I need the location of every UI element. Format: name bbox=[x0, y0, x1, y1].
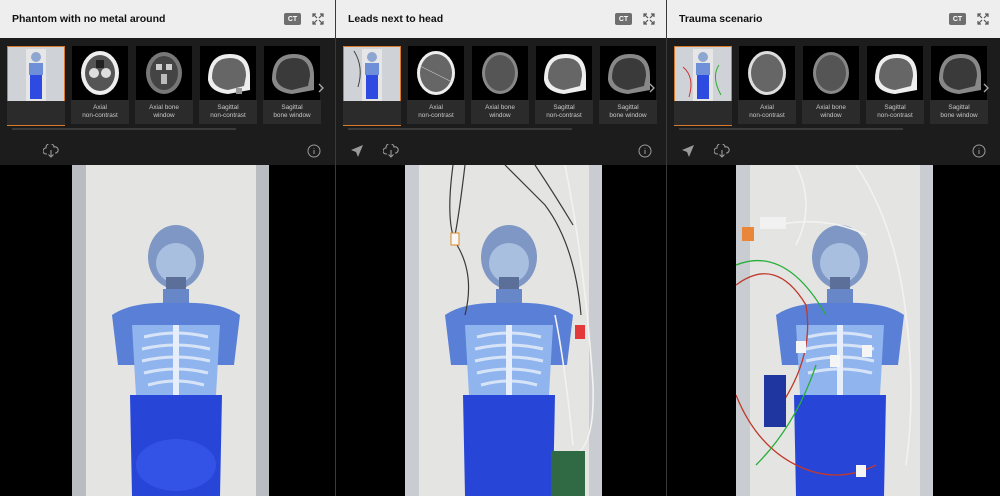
phantom-photo-trauma bbox=[736, 165, 933, 496]
thumbnail-label bbox=[343, 101, 401, 125]
modality-badge: CT bbox=[284, 13, 301, 25]
panel-header: Phantom with no metal around CT bbox=[0, 0, 335, 38]
thumbnail-sagittal-non-contrast[interactable]: Sagittal non-contrast bbox=[535, 46, 593, 126]
modality-badge: CT bbox=[949, 13, 966, 25]
thumbnail-scrollbar[interactable] bbox=[12, 128, 236, 130]
phantom-photo bbox=[72, 165, 269, 496]
thumbnail-label: Sagittal bone window bbox=[930, 100, 988, 124]
thumbnail-photo-image bbox=[8, 47, 64, 101]
thumbnail-photo-image bbox=[344, 47, 400, 101]
expand-icon[interactable] bbox=[311, 12, 325, 26]
thumbnail-label: Sagittal non-contrast bbox=[866, 100, 924, 124]
download-icon[interactable] bbox=[713, 142, 731, 160]
series-thumbnails: Axial non-contrast Axial bone window Sagit… bbox=[7, 46, 331, 126]
thumbnail-sagittal-non-contrast[interactable]: Sagittal non-contrast bbox=[866, 46, 924, 126]
info-icon[interactable] bbox=[636, 142, 654, 160]
panel-toolbar bbox=[336, 140, 666, 162]
photo-viewer[interactable] bbox=[336, 165, 666, 496]
thumbnail-photo-image bbox=[675, 47, 731, 101]
expand-icon[interactable] bbox=[642, 12, 656, 26]
phantom-photo-leads bbox=[405, 165, 602, 496]
download-icon[interactable] bbox=[42, 142, 60, 160]
panel-toolbar bbox=[667, 140, 1000, 162]
axial-bone-ct-image bbox=[472, 46, 528, 100]
thumbnail-sagittal-bone-window[interactable]: Sagittal bone window bbox=[930, 46, 988, 126]
case-panel-trauma: Trauma scenario CT Axial non-contrast Ax… bbox=[667, 0, 1000, 496]
thumbnail-sagittal-non-contrast[interactable]: Sagittal non-contrast bbox=[199, 46, 257, 126]
chevron-right-icon[interactable] bbox=[648, 80, 656, 93]
thumbnail-photo[interactable] bbox=[7, 46, 65, 126]
thumbnail-label: Sagittal non-contrast bbox=[535, 100, 593, 124]
thumbnail-label: Axial non-contrast bbox=[71, 100, 129, 124]
thumbnail-scrollbar[interactable] bbox=[679, 128, 903, 130]
thumbnail-label: Sagittal bone window bbox=[263, 100, 321, 124]
thumbnail-axial-non-contrast[interactable]: Axial non-contrast bbox=[738, 46, 796, 126]
thumbnail-axial-bone-window[interactable]: Axial bone window bbox=[471, 46, 529, 126]
sagittal-bone-ct-image bbox=[264, 46, 320, 100]
thumbnail-label bbox=[7, 101, 65, 125]
thumbnail-label: Sagittal non-contrast bbox=[199, 100, 257, 124]
axial-bone-ct-image bbox=[136, 46, 192, 100]
thumbnail-label bbox=[674, 101, 732, 125]
panel-title: Leads next to head bbox=[348, 13, 444, 25]
thumbnail-label: Sagittal bone window bbox=[599, 100, 657, 124]
info-icon[interactable] bbox=[970, 142, 988, 160]
download-icon[interactable] bbox=[382, 142, 400, 160]
photo-viewer[interactable] bbox=[0, 165, 335, 496]
thumbnail-label: Axial bone window bbox=[471, 100, 529, 124]
thumbnail-axial-non-contrast[interactable]: Axial non-contrast bbox=[71, 46, 129, 126]
panel-header: Leads next to head CT bbox=[336, 0, 666, 38]
viewer-panels: Phantom with no metal around CT Axial non… bbox=[0, 0, 1000, 496]
chevron-right-icon[interactable] bbox=[982, 80, 990, 93]
panel-header: Trauma scenario CT bbox=[667, 0, 1000, 38]
photo-viewer[interactable] bbox=[667, 165, 1000, 496]
axial-head-ct-image bbox=[408, 46, 464, 100]
expand-icon[interactable] bbox=[976, 12, 990, 26]
info-icon[interactable] bbox=[305, 142, 323, 160]
case-panel-leads: Leads next to head CT Axialnon-contrast bbox=[336, 0, 667, 496]
thumbnail-photo[interactable] bbox=[343, 46, 401, 126]
panel-title: Trauma scenario bbox=[679, 13, 763, 25]
locate-icon[interactable] bbox=[679, 142, 697, 160]
thumbnail-label: Axial bone window bbox=[802, 100, 860, 124]
sagittal-bone-ct-image bbox=[931, 46, 987, 100]
axial-head-ct-image bbox=[739, 46, 795, 100]
thumbnail-photo[interactable] bbox=[674, 46, 732, 126]
sagittal-head-ct-image bbox=[867, 46, 923, 100]
sagittal-head-ct-image bbox=[200, 46, 256, 100]
thumbnail-axial-bone-window[interactable]: Axial bone window bbox=[802, 46, 860, 126]
thumbnail-sagittal-bone-window[interactable]: Sagittal bone window bbox=[263, 46, 321, 126]
panel-title: Phantom with no metal around bbox=[12, 13, 166, 25]
modality-badge: CT bbox=[615, 13, 632, 25]
thumbnail-axial-bone-window[interactable]: Axial bone window bbox=[135, 46, 193, 126]
thumbnail-scrollbar[interactable] bbox=[348, 128, 572, 130]
thumbnail-label: Axial non-contrast bbox=[738, 100, 796, 124]
case-panel-phantom: Phantom with no metal around CT Axial non… bbox=[0, 0, 336, 496]
sagittal-head-ct-image bbox=[536, 46, 592, 100]
thumbnail-label: Axial bone window bbox=[135, 100, 193, 124]
series-thumbnails: Axial non-contrast Axial bone window Sagit… bbox=[674, 46, 996, 126]
thumbnail-axial-non-contrast[interactable]: Axial non-contrast bbox=[407, 46, 465, 126]
series-thumbnails: Axial non-contrast Axial bone window Sagit… bbox=[343, 46, 662, 126]
locate-icon[interactable] bbox=[348, 142, 366, 160]
axial-bone-ct-image bbox=[803, 46, 859, 100]
thumbnail-label: Axial non-contrast bbox=[407, 100, 465, 124]
axial-head-ct-image bbox=[72, 46, 128, 100]
panel-toolbar bbox=[0, 140, 335, 162]
chevron-right-icon[interactable] bbox=[317, 80, 325, 93]
